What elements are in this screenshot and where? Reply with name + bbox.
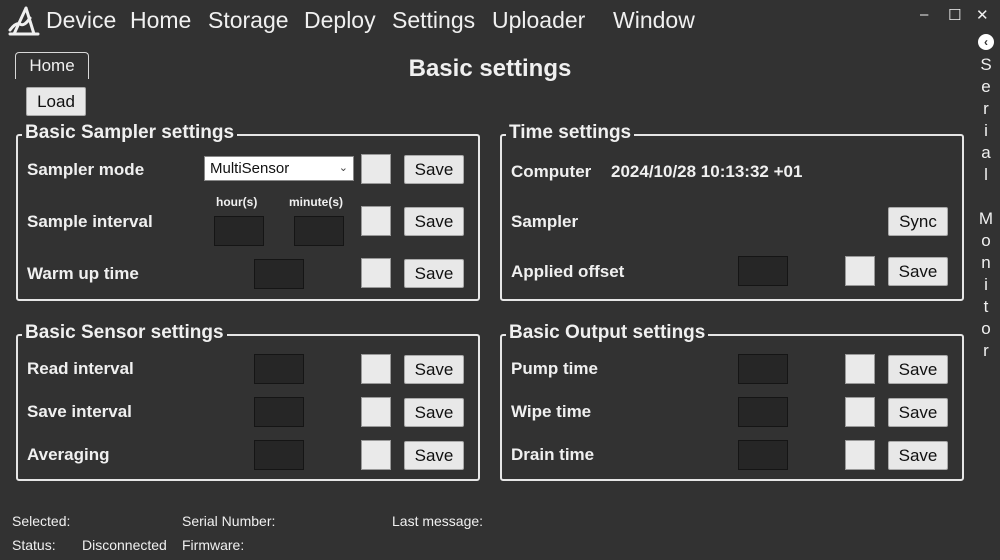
save-averaging-button[interactable]: Save: [404, 441, 464, 470]
sampler-settings-group: Basic Sampler settings Sampler mode Mult…: [16, 122, 480, 301]
wipe-time-input[interactable]: [738, 397, 788, 427]
save-warm-up-time-button[interactable]: Save: [404, 259, 464, 288]
save-sampler-mode-button[interactable]: Save: [404, 155, 464, 184]
chevron-left-icon[interactable]: ‹: [978, 34, 994, 50]
sampler-mode-checkbox[interactable]: [361, 154, 391, 184]
warm-up-time-label: Warm up time: [27, 264, 139, 283]
save-applied-offset-button[interactable]: Save: [888, 257, 948, 286]
read-interval-checkbox[interactable]: [361, 354, 391, 384]
sample-interval-minutes-input[interactable]: [294, 216, 344, 246]
menu-home[interactable]: Home: [130, 7, 191, 34]
group-title: Basic Sensor settings: [22, 322, 227, 344]
pump-time-checkbox[interactable]: [845, 354, 875, 384]
time-settings-group: Time settings Computer 2024/10/28 10:13:…: [500, 122, 964, 301]
serial-monitor-toggle[interactable]: ‹ S e r i a l M o n i t o r: [974, 32, 998, 362]
app-logo-icon: [8, 6, 40, 36]
applied-offset-label: Applied offset: [511, 262, 625, 281]
save-interval-checkbox[interactable]: [361, 397, 391, 427]
wipe-time-checkbox[interactable]: [845, 397, 875, 427]
warm-up-time-input[interactable]: [254, 259, 304, 289]
tab-home[interactable]: Home: [15, 52, 89, 79]
status-label: Status:: [12, 537, 56, 553]
group-title: Basic Sampler settings: [22, 122, 238, 144]
selected-label: Selected:: [12, 513, 71, 529]
applied-offset-checkbox[interactable]: [845, 256, 875, 286]
serial-monitor-label: S e r i a l M o n i t o r: [978, 55, 994, 360]
save-read-interval-button[interactable]: Save: [404, 355, 464, 384]
drain-time-input[interactable]: [738, 440, 788, 470]
warm-up-time-checkbox[interactable]: [361, 258, 391, 288]
close-icon[interactable]: ✕: [976, 6, 989, 24]
sampler-mode-label: Sampler mode: [27, 160, 145, 179]
averaging-checkbox[interactable]: [361, 440, 391, 470]
save-sample-interval-button[interactable]: Save: [404, 207, 464, 236]
sampler-mode-select[interactable]: MultiSensor ⌄: [204, 156, 354, 181]
save-pump-time-button[interactable]: Save: [888, 355, 948, 384]
menu-storage[interactable]: Storage: [208, 7, 289, 34]
applied-offset-input[interactable]: [738, 256, 788, 286]
hours-label: hour(s): [216, 195, 258, 209]
save-interval-input[interactable]: [254, 397, 304, 427]
load-button[interactable]: Load: [26, 87, 86, 116]
drain-time-label: Drain time: [511, 445, 595, 464]
save-drain-time-button[interactable]: Save: [888, 441, 948, 470]
sample-interval-label: Sample interval: [27, 212, 153, 231]
menu-settings[interactable]: Settings: [392, 7, 475, 34]
serial-number-label: Serial Number:: [182, 513, 276, 529]
chevron-down-icon: ⌄: [338, 162, 348, 174]
drain-time-checkbox[interactable]: [845, 440, 875, 470]
minutes-label: minute(s): [289, 195, 343, 209]
menu-window[interactable]: Window: [613, 7, 695, 34]
menu-uploader[interactable]: Uploader: [492, 7, 585, 34]
save-interval-label: Save interval: [27, 402, 132, 421]
averaging-input[interactable]: [254, 440, 304, 470]
menu-bar: Device Home Storage Deploy Settings Uplo…: [0, 0, 970, 42]
sync-button[interactable]: Sync: [888, 207, 948, 236]
read-interval-label: Read interval: [27, 359, 134, 378]
group-title: Basic Output settings: [506, 322, 709, 344]
wipe-time-label: Wipe time: [511, 402, 592, 421]
menu-device[interactable]: Device: [46, 7, 116, 34]
computer-time-value: 2024/10/28 10:13:32 +01: [611, 162, 803, 181]
pump-time-input[interactable]: [738, 354, 788, 384]
menu-deploy[interactable]: Deploy: [304, 7, 376, 34]
firmware-label: Firmware:: [182, 537, 245, 553]
select-value: MultiSensor: [210, 160, 290, 177]
minimize-icon[interactable]: –: [920, 6, 928, 23]
averaging-label: Averaging: [27, 445, 110, 464]
sample-interval-hours-input[interactable]: [214, 216, 264, 246]
sensor-settings-group: Basic Sensor settings Read interval Save…: [16, 322, 480, 481]
output-settings-group: Basic Output settings Pump time Save Wip…: [500, 322, 964, 481]
last-message-label: Last message:: [392, 513, 484, 529]
save-save-interval-button[interactable]: Save: [404, 398, 464, 427]
status-value: Disconnected: [82, 537, 167, 553]
group-title: Time settings: [506, 122, 635, 144]
pump-time-label: Pump time: [511, 359, 598, 378]
page-title: Basic settings: [408, 55, 572, 82]
maximize-icon[interactable]: ☐: [948, 6, 961, 24]
sample-interval-checkbox[interactable]: [361, 206, 391, 236]
computer-time-label: Computer: [511, 162, 592, 181]
save-wipe-time-button[interactable]: Save: [888, 398, 948, 427]
read-interval-input[interactable]: [254, 354, 304, 384]
sampler-time-label: Sampler: [511, 212, 579, 231]
